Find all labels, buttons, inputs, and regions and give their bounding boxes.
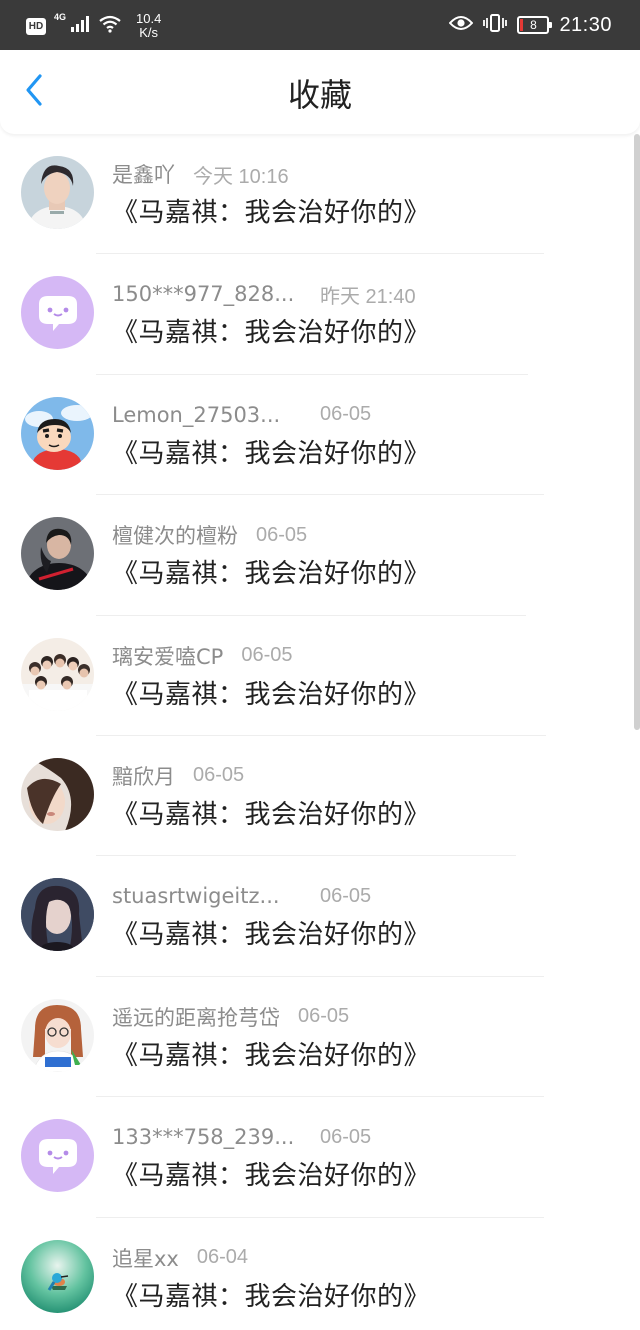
avatar[interactable]: [21, 276, 94, 350]
battery-icon: 8: [517, 16, 553, 34]
post-time: 06-05: [193, 764, 245, 787]
username[interactable]: 150***977_828...: [112, 282, 320, 306]
list-item[interactable]: 檀健次的檀粉 06-05 《马嘉祺：我会治好你的》: [0, 495, 640, 616]
post-time: 06-04: [196, 1246, 249, 1269]
avatar[interactable]: [21, 1119, 94, 1193]
avatar[interactable]: [21, 757, 94, 831]
cell-signal-icon: [70, 16, 90, 36]
post-time: 昨天 21:40: [320, 285, 416, 308]
post-time: 06-05: [256, 523, 308, 546]
battery-fill: [520, 19, 524, 31]
item-meta: 黯欣月 06-05: [112, 761, 244, 791]
post-time: 06-05: [320, 403, 372, 426]
favorites-list: 是鑫吖 今天 10:16 《马嘉祺：我会治好你的》 150***977_828.…: [0, 134, 640, 1330]
item-meta: 檀健次的檀粉 06-05: [112, 520, 307, 550]
username[interactable]: 璃安爱嗑CP: [112, 641, 223, 671]
list-item[interactable]: 黯欣月 06-05 《马嘉祺：我会治好你的》: [0, 736, 640, 857]
list-item[interactable]: 追星xx 06-04 《马嘉祺：我会治好你的》: [0, 1218, 640, 1330]
status-right: 8 21:30: [449, 9, 612, 41]
post-title[interactable]: 《马嘉祺：我会治好你的》: [112, 1159, 430, 1193]
item-meta: 璃安爱嗑CP 06-05: [112, 641, 292, 671]
list-item[interactable]: 遥远的距离抢芎岱 06-05 《马嘉祺：我会治好你的》: [0, 977, 640, 1098]
eye-icon: [449, 15, 474, 35]
avatar[interactable]: [21, 396, 94, 470]
list-item[interactable]: 璃安爱嗑CP 06-05 《马嘉祺：我会治好你的》: [0, 616, 640, 736]
list-item[interactable]: 是鑫吖 今天 10:16 《马嘉祺：我会治好你的》: [0, 134, 640, 255]
post-title[interactable]: 《马嘉祺：我会治好你的》: [112, 1280, 430, 1314]
username[interactable]: Lemon_27503...: [112, 403, 320, 427]
post-title[interactable]: 《马嘉祺：我会治好你的》: [112, 437, 430, 471]
list-item[interactable]: 150***977_828... 昨天 21:40 《马嘉祺：我会治好你的》: [0, 254, 640, 375]
speed-value: 10.4: [136, 11, 162, 26]
item-meta: 追星xx 06-04: [112, 1243, 248, 1273]
battery-level: 8: [530, 18, 537, 32]
item-meta: 是鑫吖 今天 10:16: [112, 159, 289, 189]
nav-header: 收藏: [0, 50, 640, 134]
post-time: 06-05: [241, 644, 293, 667]
avatar[interactable]: [21, 1239, 94, 1313]
list-item[interactable]: Lemon_27503... 06-05 《马嘉祺：我会治好你的》: [0, 375, 640, 496]
post-title[interactable]: 《马嘉祺：我会治好你的》: [112, 1039, 430, 1073]
username[interactable]: 133***758_239...: [112, 1125, 320, 1149]
username[interactable]: 檀健次的檀粉: [112, 520, 238, 550]
avatar[interactable]: [21, 637, 94, 711]
speed-unit: K/s: [139, 25, 159, 40]
post-title[interactable]: 《马嘉祺：我会治好你的》: [112, 798, 430, 832]
network-speed: 10.4 K/s: [136, 12, 161, 40]
avatar[interactable]: [21, 517, 94, 591]
post-title[interactable]: 《马嘉祺：我会治好你的》: [112, 316, 430, 350]
network-type: 4G: [54, 12, 67, 22]
username[interactable]: 是鑫吖: [112, 159, 175, 189]
item-meta: Lemon_27503... 06-05: [112, 400, 371, 430]
post-title[interactable]: 《马嘉祺：我会治好你的》: [112, 557, 430, 591]
vibrate-icon: [483, 13, 508, 37]
post-time: 06-05: [320, 884, 372, 907]
list-item[interactable]: stuasrtwigeitz... 06-05 《马嘉祺：我会治好你的》: [0, 856, 640, 977]
scrollbar[interactable]: [634, 134, 640, 730]
item-meta: 133***758_239... 06-05: [112, 1122, 371, 1152]
username[interactable]: 遥远的距离抢芎岱: [112, 1002, 280, 1032]
username[interactable]: 黯欣月: [112, 761, 175, 791]
username[interactable]: stuasrtwigeitz...: [112, 884, 320, 908]
post-title[interactable]: 《马嘉祺：我会治好你的》: [112, 918, 430, 952]
status-left: HD 4G 10.4 K/s: [26, 10, 161, 42]
status-bar: HD 4G 10.4 K/s 8 21:30: [0, 0, 640, 50]
item-meta: 遥远的距离抢芎岱 06-05: [112, 1002, 349, 1032]
page-title: 收藏: [287, 76, 352, 114]
post-time: 今天 10:16: [193, 165, 289, 188]
clock: 21:30: [559, 13, 612, 36]
avatar[interactable]: [21, 156, 94, 229]
post-time: 06-05: [320, 1125, 372, 1148]
avatar[interactable]: [21, 998, 94, 1072]
item-meta: 150***977_828... 昨天 21:40: [112, 279, 416, 309]
post-title[interactable]: 《马嘉祺：我会治好你的》: [112, 678, 430, 712]
post-title[interactable]: 《马嘉祺：我会治好你的》: [112, 196, 430, 230]
avatar[interactable]: [21, 878, 94, 952]
username[interactable]: 追星xx: [112, 1243, 179, 1273]
wifi-icon: [98, 15, 122, 37]
item-meta: stuasrtwigeitz... 06-05: [112, 881, 371, 911]
post-time: 06-05: [298, 1005, 350, 1028]
hd-badge: HD: [26, 17, 46, 35]
list-item[interactable]: 133***758_239... 06-05 《马嘉祺：我会治好你的》: [0, 1097, 640, 1218]
